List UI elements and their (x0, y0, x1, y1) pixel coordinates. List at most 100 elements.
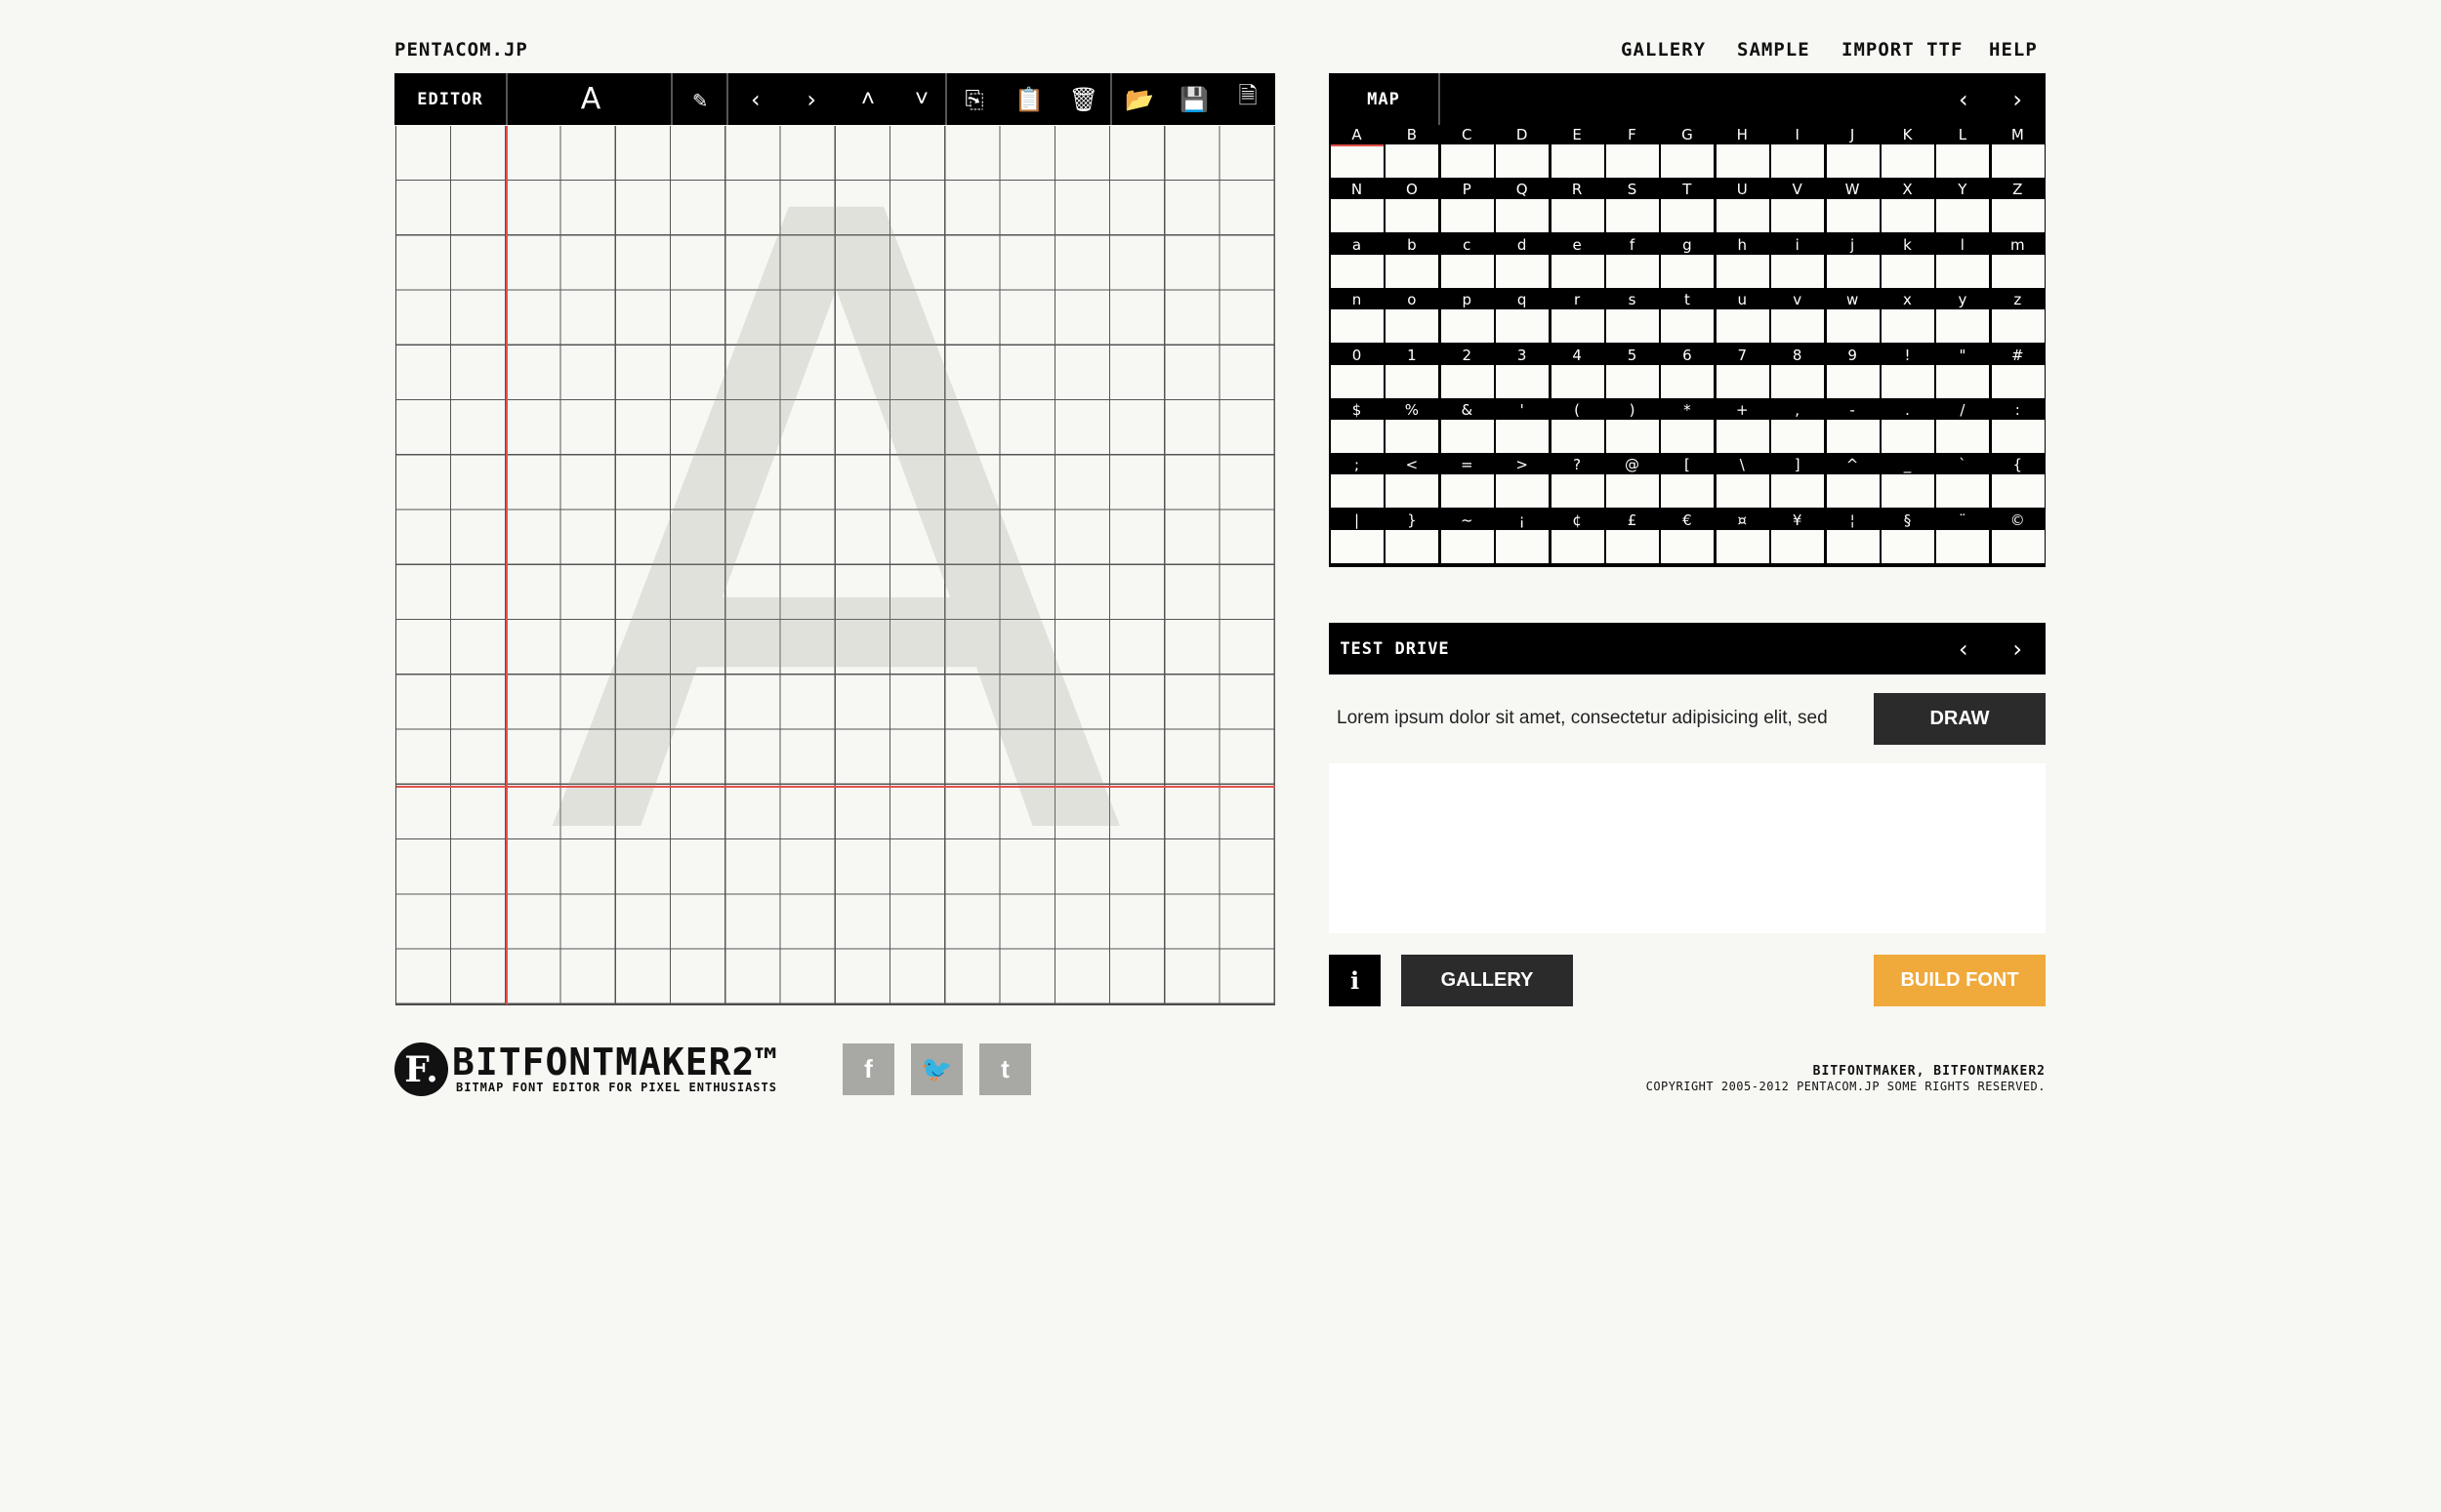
map-glyph-preview[interactable] (1882, 254, 1934, 288)
map-glyph-preview[interactable] (1991, 309, 2045, 344)
map-glyph-preview[interactable] (1826, 309, 1880, 344)
nav-help[interactable]: HELP (1989, 39, 2038, 61)
map-glyph-preview[interactable] (1606, 364, 1659, 398)
map-glyph-preview[interactable] (1771, 474, 1825, 509)
map-glyph-preview[interactable] (1882, 529, 1934, 563)
map-glyph-cell[interactable]: { (1991, 456, 2045, 511)
map-glyph-cell[interactable]: W (1826, 181, 1880, 235)
map-glyph-cell[interactable]: 5 (1605, 347, 1659, 401)
map-glyph-cell[interactable]: m (1991, 236, 2045, 291)
pixel-editor-grid[interactable]: A (395, 126, 1275, 1005)
map-glyph-preview[interactable] (1826, 199, 1880, 233)
map-glyph-cell[interactable]: p (1440, 291, 1494, 346)
map-glyph-cell[interactable]: C (1440, 126, 1494, 181)
shift-right-icon[interactable]: › (784, 73, 839, 125)
map-glyph-preview[interactable] (1440, 144, 1494, 178)
map-glyph-cell[interactable]: I (1770, 126, 1825, 181)
map-glyph-preview[interactable] (1771, 420, 1825, 453)
test-next-icon[interactable]: › (1990, 623, 2045, 674)
map-glyph-cell[interactable]: 3 (1495, 347, 1550, 401)
map-glyph-preview[interactable] (1661, 529, 1715, 563)
map-glyph-preview[interactable] (1661, 254, 1715, 288)
map-glyph-preview[interactable] (1331, 309, 1384, 344)
map-glyph-cell[interactable]: > (1495, 456, 1550, 511)
map-glyph-preview[interactable] (1440, 474, 1494, 509)
map-glyph-cell[interactable]: ¥ (1770, 511, 1825, 566)
map-glyph-preview[interactable] (1440, 420, 1494, 453)
map-glyph-cell[interactable]: x (1881, 291, 1934, 346)
trash-icon[interactable]: 🗑 (1056, 73, 1111, 125)
map-glyph-preview[interactable] (1771, 529, 1825, 563)
map-glyph-preview[interactable] (1606, 474, 1659, 509)
map-glyph-preview[interactable] (1440, 254, 1494, 288)
map-glyph-cell[interactable]: P (1440, 181, 1494, 235)
map-glyph-preview[interactable] (1551, 199, 1604, 233)
map-glyph-preview[interactable] (1606, 529, 1659, 563)
map-glyph-preview[interactable] (1661, 364, 1715, 398)
map-glyph-cell[interactable]: i (1770, 236, 1825, 291)
map-glyph-preview[interactable] (1496, 420, 1550, 453)
map-glyph-preview[interactable] (1716, 254, 1769, 288)
draw-button[interactable]: DRAW (1874, 693, 2046, 745)
map-glyph-preview[interactable] (1716, 474, 1769, 509)
map-glyph-preview[interactable] (1936, 529, 1990, 563)
map-glyph-cell[interactable]: @ (1605, 456, 1659, 511)
map-glyph-preview[interactable] (1386, 474, 1439, 509)
map-glyph-cell[interactable]: E (1551, 126, 1604, 181)
map-glyph-cell[interactable]: ¡ (1495, 511, 1550, 566)
map-glyph-preview[interactable] (1826, 420, 1880, 453)
facebook-icon[interactable]: f (843, 1043, 894, 1095)
map-glyph-cell[interactable]: < (1385, 456, 1439, 511)
map-glyph-preview[interactable] (1386, 420, 1439, 453)
map-glyph-cell[interactable]: B (1385, 126, 1439, 181)
map-prev-icon[interactable]: ‹ (1936, 73, 1991, 125)
map-glyph-cell[interactable]: = (1440, 456, 1494, 511)
map-glyph-cell[interactable]: ¢ (1551, 511, 1604, 566)
map-next-icon[interactable]: › (1990, 73, 2045, 125)
map-glyph-cell[interactable]: w (1826, 291, 1880, 346)
map-glyph-cell[interactable]: r (1551, 291, 1604, 346)
site-name-link[interactable]: PENTACOM.JP (394, 39, 528, 61)
map-glyph-cell[interactable]: } (1385, 511, 1439, 566)
map-glyph-cell[interactable]: G (1660, 126, 1715, 181)
map-glyph-preview[interactable] (1496, 144, 1550, 178)
map-glyph-cell[interactable]: J (1826, 126, 1880, 181)
map-glyph-cell[interactable]: 6 (1660, 347, 1715, 401)
map-glyph-preview[interactable] (1991, 529, 2045, 563)
map-glyph-cell[interactable]: b (1385, 236, 1439, 291)
map-glyph-cell[interactable]: ] (1770, 456, 1825, 511)
map-glyph-preview[interactable] (1882, 420, 1934, 453)
map-glyph-preview[interactable] (1440, 529, 1494, 563)
map-glyph-preview[interactable] (1440, 309, 1494, 344)
map-glyph-preview[interactable] (1826, 144, 1880, 178)
map-glyph-preview[interactable] (1716, 420, 1769, 453)
shift-up-icon[interactable]: ˄ (841, 73, 895, 125)
map-glyph-cell[interactable]: 1 (1385, 347, 1439, 401)
map-glyph-cell[interactable]: + (1716, 401, 1769, 456)
magic-wand-icon[interactable]: ✎ (673, 73, 727, 125)
map-glyph-cell[interactable]: ~ (1440, 511, 1494, 566)
map-glyph-cell[interactable]: L (1935, 126, 1990, 181)
map-glyph-preview[interactable] (1771, 364, 1825, 398)
map-glyph-preview[interactable] (1936, 420, 1990, 453)
map-glyph-preview[interactable] (1331, 529, 1384, 563)
map-glyph-cell[interactable]: s (1605, 291, 1659, 346)
map-glyph-preview[interactable] (1991, 199, 2045, 233)
test-text-input[interactable] (1329, 693, 1876, 744)
map-glyph-cell[interactable]: . (1881, 401, 1934, 456)
map-glyph-preview[interactable] (1882, 364, 1934, 398)
map-glyph-cell[interactable]: H (1716, 126, 1769, 181)
map-glyph-cell[interactable]: c (1440, 236, 1494, 291)
map-glyph-preview[interactable] (1551, 529, 1604, 563)
map-glyph-preview[interactable] (1496, 529, 1550, 563)
map-glyph-cell[interactable]: g (1660, 236, 1715, 291)
map-glyph-cell[interactable]: a (1330, 236, 1384, 291)
map-glyph-preview[interactable] (1606, 144, 1659, 178)
copy-icon[interactable]: ⎘ (947, 73, 1002, 125)
info-button[interactable]: i (1329, 955, 1381, 1006)
map-glyph-cell[interactable]: * (1660, 401, 1715, 456)
save-icon[interactable]: 💾 (1167, 73, 1221, 125)
map-glyph-cell[interactable]: q (1495, 291, 1550, 346)
map-glyph-preview[interactable] (1716, 144, 1769, 178)
map-glyph-preview[interactable] (1606, 254, 1659, 288)
